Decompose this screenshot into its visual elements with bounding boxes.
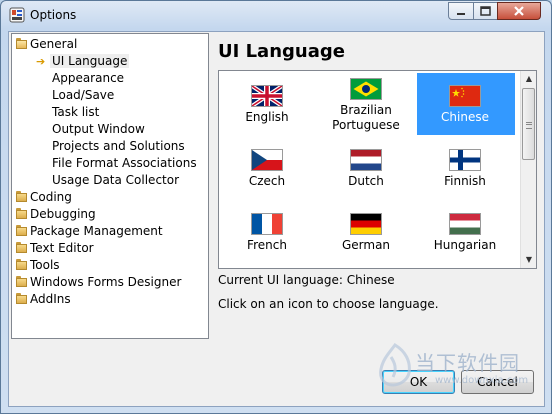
folder-icon [16, 293, 28, 304]
china-flag-icon [449, 85, 481, 107]
brazil-flag-icon [350, 78, 382, 100]
tree-item-label: Projects and Solutions [52, 139, 185, 153]
tree-item-label: General [30, 37, 78, 51]
language-list: English Brazilian Portuguese Chinese Cze… [218, 70, 537, 269]
tree-item-package-management[interactable]: Package Management [16, 223, 163, 240]
czech-flag-icon [251, 149, 283, 171]
hungary-flag-icon [449, 213, 481, 235]
minimize-button[interactable] [448, 2, 474, 20]
tree-item-usage-data-collector[interactable]: Usage Data Collector [52, 172, 179, 189]
language-label: Dutch [348, 174, 384, 188]
language-label: English [245, 110, 289, 124]
tree-item-ui-language[interactable]: ➔ UI Language [36, 53, 130, 70]
uk-flag-icon [251, 85, 283, 107]
language-item-czech[interactable]: Czech [219, 137, 315, 199]
options-window: Options General ➔ UI Language Appearance … [0, 0, 552, 414]
tree-item-windows-forms-designer[interactable]: Windows Forms Designer [16, 274, 181, 291]
tree-item-label: UI Language [50, 54, 130, 68]
current-language-text: Current UI language: Chinese [218, 273, 395, 287]
tree-item-projects-and-solutions[interactable]: Projects and Solutions [52, 138, 185, 155]
tree-item-debugging[interactable]: Debugging [16, 206, 96, 223]
maximize-icon [480, 6, 491, 16]
language-item-french[interactable]: French [219, 201, 315, 263]
title-bar[interactable]: Options [1, 1, 551, 29]
hint-text: Click on an icon to choose language. [218, 297, 439, 311]
grip-icon [526, 122, 532, 129]
language-item-dutch[interactable]: Dutch [318, 137, 414, 199]
tree-item-label: Output Window [52, 122, 145, 136]
language-label: Chinese [441, 110, 489, 124]
language-item-chinese[interactable]: Chinese [417, 73, 515, 135]
folder-icon [16, 191, 28, 202]
folder-icon [16, 242, 28, 253]
language-label: Brazilian Portuguese [332, 103, 400, 132]
tree-item-label: Coding [30, 190, 72, 204]
language-item-hungarian[interactable]: Hungarian [417, 201, 513, 263]
app-icon [9, 7, 25, 23]
language-label: Finnish [444, 174, 486, 188]
language-item-finnish[interactable]: Finnish [417, 137, 513, 199]
language-item-english[interactable]: English [219, 73, 315, 135]
language-item-german[interactable]: German [318, 201, 414, 263]
close-icon [514, 6, 524, 16]
tree-item-label: Tools [30, 258, 60, 272]
tree-item-label: Debugging [30, 207, 96, 221]
scrollbar-thumb[interactable] [522, 88, 535, 160]
ok-button[interactable]: OK [382, 370, 455, 394]
tree-item-label: AddIns [30, 292, 71, 306]
tree-item-label: Usage Data Collector [52, 173, 180, 187]
tree-item-output-window[interactable]: Output Window [52, 121, 145, 138]
tree-item-general[interactable]: General [16, 36, 77, 53]
language-item-brazilian-portuguese[interactable]: Brazilian Portuguese [318, 73, 414, 135]
folder-open-icon [16, 38, 28, 49]
tree-item-text-editor[interactable]: Text Editor [16, 240, 94, 257]
tree-item-label: Task list [52, 105, 100, 119]
maximize-button[interactable] [473, 2, 498, 20]
netherlands-flag-icon [350, 149, 382, 171]
close-button[interactable] [497, 2, 541, 20]
options-tree[interactable]: General ➔ UI Language Appearance Load/Sav… [11, 33, 209, 339]
tree-item-label: File Format Associations [52, 156, 197, 170]
folder-icon [16, 225, 28, 236]
germany-flag-icon [350, 213, 382, 235]
tree-item-file-format-associations[interactable]: File Format Associations [52, 155, 197, 172]
page-title: UI Language [218, 41, 345, 62]
tree-item-label: Load/Save [52, 88, 115, 102]
tree-item-coding[interactable]: Coding [16, 189, 72, 206]
tree-item-label: Windows Forms Designer [30, 275, 182, 289]
tree-item-addins[interactable]: AddIns [16, 291, 71, 308]
tree-item-appearance[interactable]: Appearance [52, 70, 124, 87]
tree-item-label: Appearance [52, 71, 125, 85]
language-label: French [247, 238, 287, 252]
scroll-up-arrow-icon[interactable]: ▲ [521, 71, 536, 87]
arrow-right-icon: ➔ [36, 55, 46, 68]
language-list-scrollbar[interactable]: ▲ ▼ [520, 71, 536, 268]
folder-icon [16, 208, 28, 219]
cancel-button[interactable]: Cancel [461, 370, 534, 394]
minimize-icon [457, 13, 465, 15]
client-area: General ➔ UI Language Appearance Load/Sav… [8, 31, 545, 407]
folder-icon [16, 259, 28, 270]
tree-item-load-save[interactable]: Load/Save [52, 87, 114, 104]
france-flag-icon [251, 213, 283, 235]
tree-item-tools[interactable]: Tools [16, 257, 60, 274]
tree-item-label: Text Editor [30, 241, 94, 255]
language-label: German [341, 238, 391, 252]
tree-item-label: Package Management [30, 224, 163, 238]
tree-item-task-list[interactable]: Task list [52, 104, 99, 121]
finland-flag-icon [449, 149, 481, 171]
language-label: Hungarian [433, 238, 497, 252]
scroll-down-arrow-icon[interactable]: ▼ [521, 252, 536, 268]
language-label: Czech [248, 174, 286, 188]
window-title: Options [30, 8, 77, 22]
folder-icon [16, 276, 28, 287]
